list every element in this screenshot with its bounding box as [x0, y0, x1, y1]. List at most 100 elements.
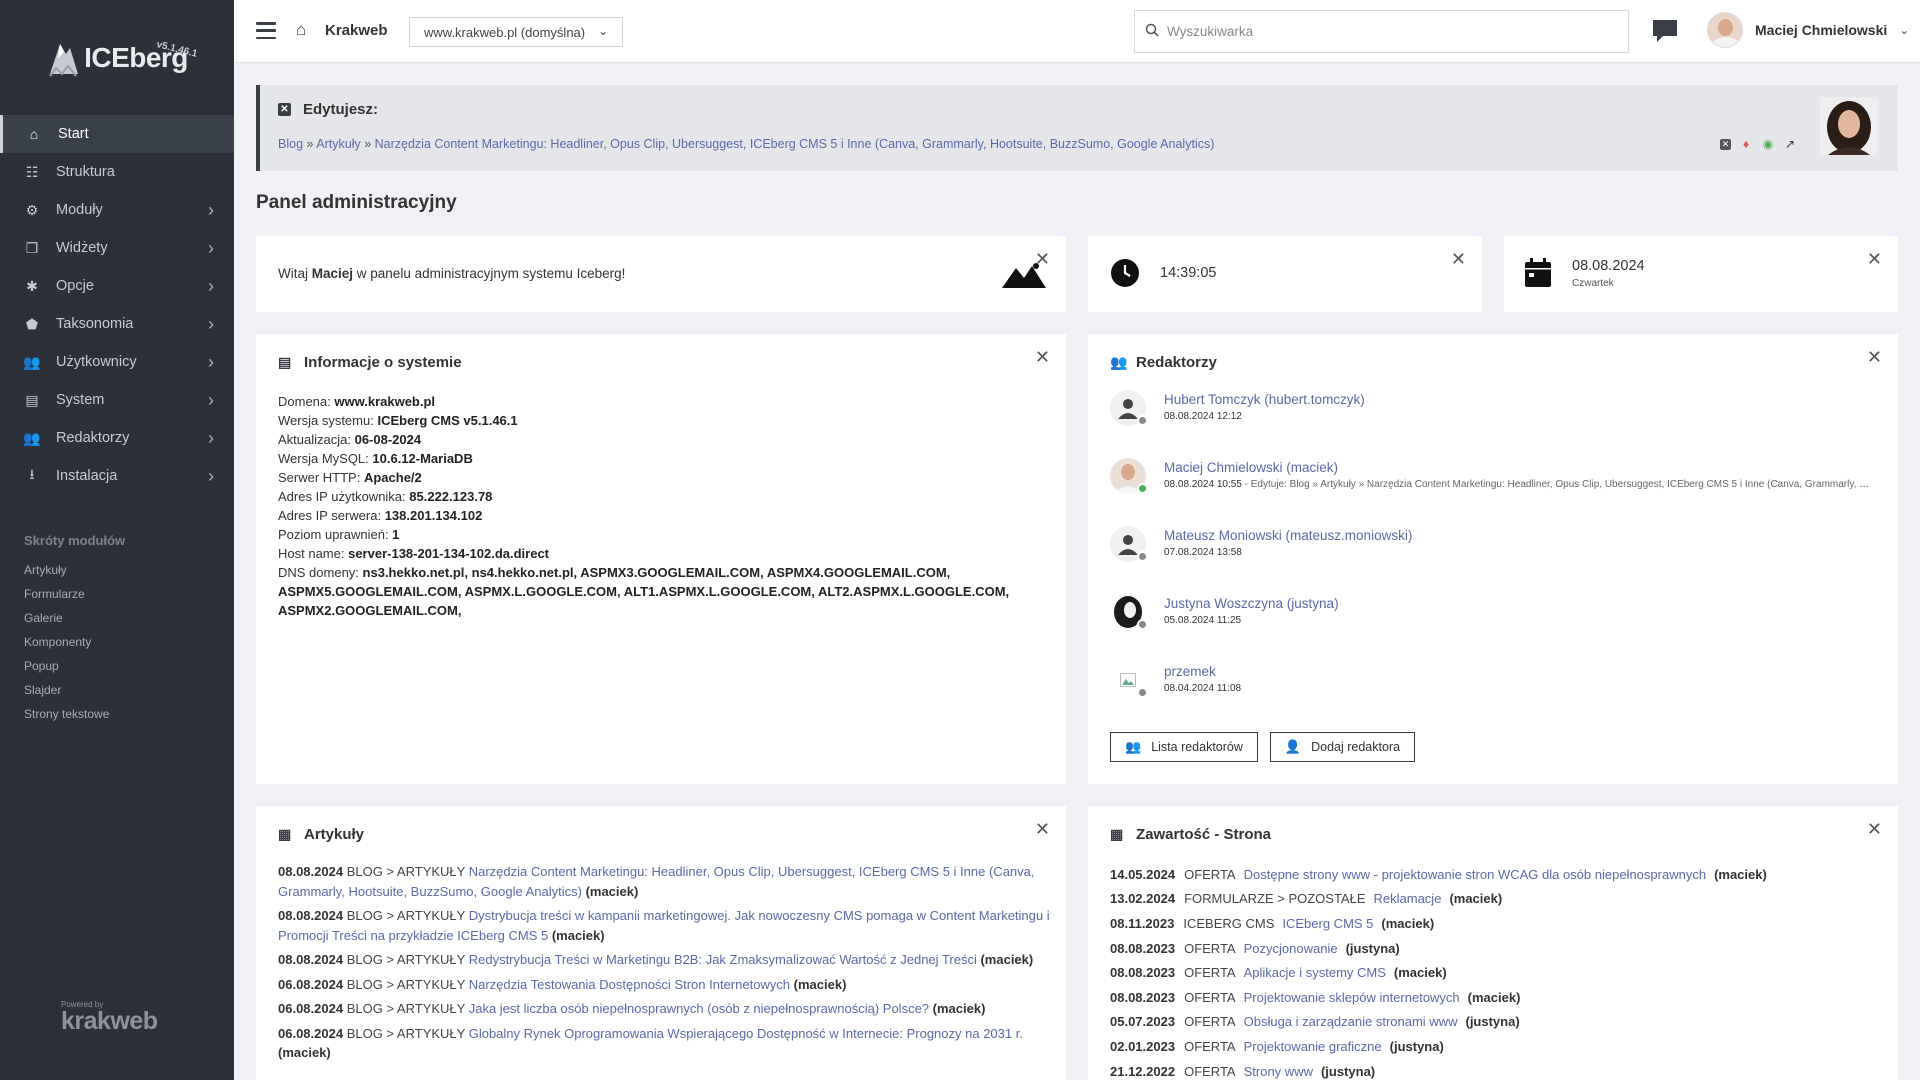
sidebar-item-taksonomia[interactable]: ⬟ Taksonomia › — [0, 305, 234, 343]
breadcrumb: Blog » Artykuły » Narzędzia Content Mark… — [278, 137, 1214, 151]
content-title-link[interactable]: Obsługa i zarządzanie stronami www — [1244, 1014, 1458, 1029]
domain-select[interactable]: www.krakweb.pl (domyślna) ⌄ — [409, 17, 623, 47]
article-title-link[interactable]: Redystrybucja Treści w Marketingu B2B: J… — [469, 952, 977, 967]
close-icon[interactable]: ✕ — [1035, 348, 1050, 366]
editor-name-link[interactable]: Mateusz Moniowski (mateusz.moniowski) — [1164, 528, 1874, 543]
eye-icon[interactable]: ◉ — [1761, 137, 1775, 151]
editors-title: Redaktorzy — [1136, 354, 1217, 371]
sidebar-item-opcje[interactable]: ✱ Opcje › — [0, 267, 234, 305]
structure-icon: ☷ — [25, 163, 39, 180]
system-info-row: Adres IP serwera: 138.201.134.102 — [278, 506, 1048, 525]
article-title-link[interactable]: Jaka jest liczba osób niepełnosprawnych … — [469, 1001, 929, 1016]
sidebar-item-moduły[interactable]: ⚙ Moduły › — [0, 191, 234, 229]
system-info-label: Wersja systemu: — [278, 413, 378, 428]
content-row: 08.08.2023 OFERTA Aplikacje i systemy CMS (… — [1110, 960, 1890, 985]
system-info-label: Aktualizacja: — [278, 432, 355, 447]
shortcut-link[interactable]: Slajder — [0, 678, 234, 702]
close-icon[interactable]: ✕ — [1867, 348, 1882, 366]
search-placeholder: Wyszukiwarka — [1167, 24, 1254, 39]
users-icon: 👥 — [1125, 739, 1142, 754]
editing-title-text: Edytujesz: — [303, 101, 379, 118]
avatar — [1707, 12, 1743, 48]
user-menu[interactable]: Maciej Chmielowski ⌄ — [1707, 12, 1909, 48]
content-title-link[interactable]: Strony www — [1244, 1064, 1313, 1079]
shortcuts-title: Skróty modułów — [24, 533, 126, 548]
article-date: 08.08.2024 — [278, 908, 344, 923]
breadcrumb-blog[interactable]: Blog — [278, 137, 303, 151]
editor-name-link[interactable]: przemek — [1164, 664, 1874, 679]
content-title-link[interactable]: Projektowanie sklepów internetowych — [1244, 990, 1460, 1005]
chevron-down-icon: ⌄ — [1899, 23, 1910, 37]
page-title: Panel administracyjny — [256, 192, 457, 213]
sidebar-item-struktura[interactable]: ☷ Struktura — [0, 153, 234, 191]
close-icon[interactable]: ✕ — [1867, 250, 1882, 268]
menu-toggle-icon[interactable] — [256, 22, 276, 39]
content-author: (maciek) — [1714, 866, 1767, 882]
powered-brand: krakweb — [61, 1007, 158, 1035]
sidebar-item-redaktorzy[interactable]: 👥 Redaktorzy › — [0, 419, 234, 457]
breadcrumb-separator: » — [364, 137, 372, 151]
close-icon[interactable]: ✕ — [1867, 820, 1882, 838]
shortcut-link[interactable]: Artykuły — [0, 558, 234, 582]
content-author: (maciek) — [1393, 965, 1447, 981]
content-title-link[interactable]: Aplikacje i systemy CMS — [1244, 965, 1386, 980]
gear-icon: ✱ — [26, 277, 38, 294]
close-icon[interactable]: ✕ — [1451, 250, 1466, 268]
close-edit-icon[interactable]: ✕ — [1720, 138, 1731, 150]
logo[interactable]: ICEberg v5.1.46.1 — [0, 0, 234, 115]
pin-icon[interactable]: ♦ — [1739, 137, 1753, 151]
content-title-link[interactable]: Reklamacje — [1374, 891, 1442, 906]
article-title-link[interactable]: Narzędzia Testowania Dostępności Stron I… — [469, 977, 790, 992]
breadcrumb-articles[interactable]: Artykuły — [316, 137, 360, 151]
system-info-value: ICEberg CMS v5.1.46.1 — [377, 413, 518, 428]
sidebar-item-system[interactable]: ▤ System › — [0, 381, 234, 419]
sidebar-item-instalacja[interactable]: ⭳ Instalacja › — [0, 457, 234, 495]
site-name[interactable]: Krakweb — [325, 22, 388, 39]
editor-name-link[interactable]: Maciej Chmielowski (maciek) — [1164, 460, 1874, 475]
content-category: OFERTA — [1184, 1063, 1236, 1079]
editing-bar: ✕ Edytujesz: Blog » Artykuły » Narzędzia… — [256, 85, 1898, 171]
system-info-value: 1 — [392, 527, 400, 542]
editors-list-button[interactable]: 👥 Lista redaktorów — [1110, 732, 1258, 762]
external-link-icon[interactable]: ↗ — [1783, 137, 1797, 151]
article-category: BLOG > ARTYKUŁY — [346, 1001, 466, 1016]
sidebar-item-label: System — [56, 392, 105, 408]
sidebar-item-użytkownicy[interactable]: 👥 Użytkownicy › — [0, 343, 234, 381]
breadcrumb-current[interactable]: Narzędzia Content Marketingu: Headliner,… — [375, 137, 1215, 151]
server-icon: ▤ — [25, 391, 39, 408]
home-icon[interactable]: ⌂ — [296, 20, 306, 40]
powered-by[interactable]: Powered by krakweb — [61, 1000, 158, 1036]
article-title-link[interactable]: Globalny Rynek Oprogramowania Wspierając… — [469, 1026, 1023, 1041]
editor-last-login: 08.08.2024 12:12 — [1164, 411, 1242, 422]
date-value: 08.08.2024 — [1572, 258, 1645, 274]
content-row: 14.05.2024 OFERTA Dostępne strony www - pr… — [1110, 862, 1890, 887]
messages-icon[interactable] — [1651, 18, 1679, 44]
editor-meta: 08.04.2024 11:08 — [1164, 683, 1874, 694]
system-info-label: Poziom uprawnień: — [278, 527, 393, 542]
content-row: 02.01.2023 OFERTA Projektowanie graficzne (… — [1110, 1034, 1890, 1059]
shortcut-link[interactable]: Formularze — [0, 582, 234, 606]
shortcut-link[interactable]: Strony tekstowe — [0, 702, 234, 726]
sidebar-item-widżety[interactable]: ❐ Widżety › — [0, 229, 234, 267]
content-title-link[interactable]: Pozycjonowanie — [1244, 941, 1338, 956]
close-icon[interactable]: ✕ — [1035, 820, 1050, 838]
content-title-link[interactable]: ICEberg CMS 5 — [1282, 916, 1373, 931]
user-name: Maciej Chmielowski — [1755, 22, 1888, 38]
chevron-right-icon: › — [208, 389, 214, 410]
close-square-icon[interactable]: ✕ — [278, 103, 291, 116]
sidebar-item-start[interactable]: ⌂ Start — [0, 115, 234, 153]
add-editor-button[interactable]: 👤 Dodaj redaktora — [1269, 732, 1416, 762]
sidebar-item-label: Start — [58, 126, 89, 142]
shortcut-link[interactable]: Galerie — [0, 606, 234, 630]
editor-name-link[interactable]: Hubert Tomczyk (hubert.tomczyk) — [1164, 392, 1874, 407]
content-title-link[interactable]: Dostępne strony www - projektowanie stro… — [1244, 867, 1706, 882]
shortcut-link[interactable]: Komponenty — [0, 630, 234, 654]
editor-row: Maciej Chmielowski (maciek) 08.08.2024 10… — [1110, 458, 1880, 526]
close-icon[interactable]: ✕ — [1035, 250, 1050, 268]
search-input[interactable]: Wyszukiwarka — [1134, 10, 1629, 53]
shortcut-link[interactable]: Popup — [0, 654, 234, 678]
system-info-row: DNS domeny: ns3.hekko.net.pl, ns4.hekko.… — [278, 563, 1048, 620]
modules-icon: ⚙ — [25, 201, 39, 218]
editor-name-link[interactable]: Justyna Woszczyna (justyna) — [1164, 596, 1874, 611]
content-title-link[interactable]: Projektowanie graficzne — [1244, 1039, 1382, 1054]
